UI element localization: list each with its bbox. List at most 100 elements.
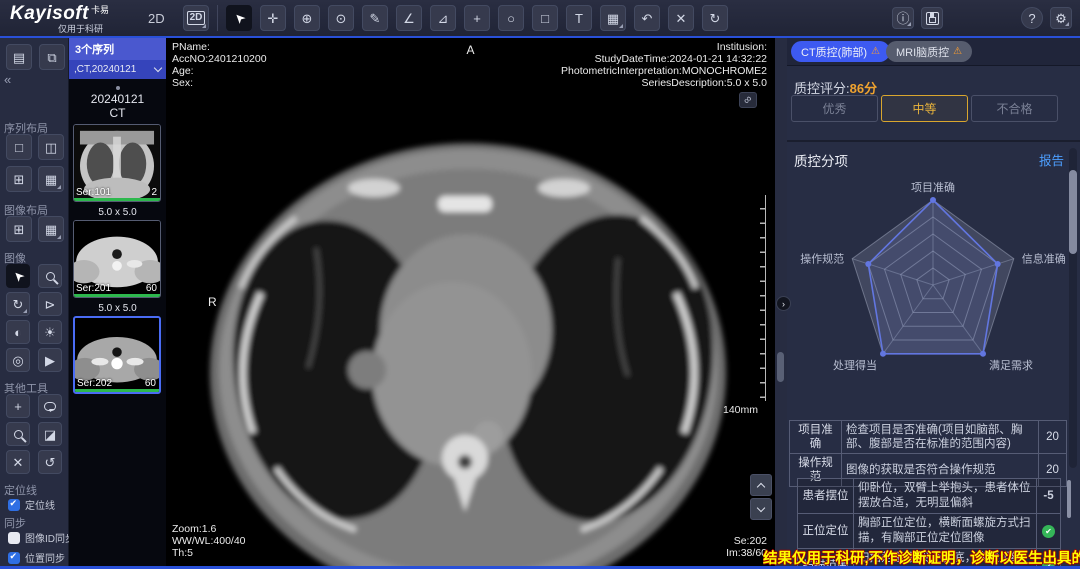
layout-1x1-icon: □ bbox=[15, 141, 23, 154]
previous-slice-button[interactable] bbox=[750, 474, 772, 496]
image-pointer-icon: ➤ bbox=[10, 268, 27, 285]
loaded-progress-bar bbox=[74, 294, 160, 297]
series-header: 3个序列 ,CT,20240121 bbox=[69, 38, 166, 79]
tab-mri-qc[interactable]: MRI脑质控 ⚠ bbox=[886, 41, 972, 62]
cine-flag-button[interactable]: ⊳ bbox=[38, 292, 62, 316]
link-series-button[interactable]: ∞ bbox=[739, 92, 757, 108]
report-link[interactable]: 报告 bbox=[1039, 150, 1064, 169]
cobb-angle-icon: ⊿ bbox=[438, 12, 449, 25]
qc-score-label: 质控评分: bbox=[794, 81, 850, 96]
report-panel-button[interactable]: ▤ bbox=[6, 44, 32, 70]
image-layout-button[interactable]: ▦ bbox=[600, 5, 626, 31]
undo-button[interactable]: ↶ bbox=[634, 5, 660, 31]
clipboard-panel-button[interactable]: ⧉ bbox=[39, 44, 65, 70]
layout-2x2-button[interactable]: ⊞ bbox=[6, 166, 32, 192]
zoom-button[interactable]: ⊕ bbox=[294, 5, 320, 31]
pointer-button[interactable]: ➤ bbox=[226, 5, 252, 31]
rect-roi-button[interactable]: □ bbox=[532, 5, 558, 31]
ct-axial-image bbox=[166, 38, 775, 569]
image-pointer-button[interactable]: ➤ bbox=[6, 264, 30, 288]
eraser-icon: ◪ bbox=[44, 428, 56, 441]
eraser-button[interactable]: ◪ bbox=[38, 422, 62, 446]
magnify-button[interactable] bbox=[38, 264, 62, 288]
img-layout-3x3-button[interactable]: ▦ bbox=[38, 216, 64, 242]
brightness-button[interactable]: ☀ bbox=[38, 320, 62, 344]
layout-2d-button[interactable]: 2D bbox=[183, 5, 209, 31]
delete-button[interactable]: ✕ bbox=[668, 5, 694, 31]
series-thumbnail-101[interactable]: Ser:101 2 bbox=[73, 124, 161, 202]
layout-2x2-icon: ⊞ bbox=[14, 173, 25, 186]
comment-button[interactable] bbox=[38, 394, 62, 418]
layout-1x1-button[interactable]: □ bbox=[6, 134, 32, 160]
sync-checkboxes: 图像ID同步位置同步手动同步缩放/平移窗宽窗位 bbox=[8, 530, 75, 569]
grade-excellent-button[interactable]: 优秀 bbox=[791, 95, 878, 122]
sync-checkbox[interactable] bbox=[8, 552, 20, 564]
play-button[interactable]: ▶ bbox=[38, 348, 62, 372]
grade-fail-button[interactable]: 不合格 bbox=[971, 95, 1058, 122]
row-description: 胸部正位定位，横断面螺旋方式扫描，有胸部正位定位图像 bbox=[854, 514, 1037, 549]
layout-1x2-button[interactable]: ◫ bbox=[38, 134, 64, 160]
settings-button[interactable]: ⚙ bbox=[1050, 7, 1072, 29]
main-image-viewport[interactable]: PName: AccNO:2401210200 Age: Sex: A Inst… bbox=[166, 38, 775, 569]
reset-image-button[interactable]: ↺ bbox=[38, 450, 62, 474]
localizer-section-label: 定位线 bbox=[4, 482, 37, 498]
expand-panel-button[interactable]: › bbox=[776, 296, 791, 311]
series-thumbnail-202[interactable]: Ser:202 60 bbox=[73, 316, 161, 394]
add-icon: + bbox=[14, 400, 22, 413]
rotate-flip-button[interactable]: ↻ bbox=[6, 292, 30, 316]
tab-ct-qc[interactable]: CT质控(肺部) ⚠ bbox=[791, 41, 890, 62]
invert-button[interactable]: ◐ bbox=[6, 320, 30, 344]
ruler-button[interactable]: ✎ bbox=[362, 5, 388, 31]
detail-table-scrollbar-thumb[interactable] bbox=[1067, 480, 1071, 518]
qc-score-value: 86分 bbox=[850, 81, 877, 96]
grade-medium-button[interactable]: 中等 bbox=[881, 95, 968, 122]
info-button[interactable]: ⓘ bbox=[892, 7, 914, 29]
ellipse-roi-button[interactable]: ○ bbox=[498, 5, 524, 31]
save-button[interactable] bbox=[921, 7, 943, 29]
left-sidebar: ▤⧉ « 序列布局 □◫⊞▦ 图像布局 ⊞▦ 图像 ➤↻⊳◐☀◎▶ 其他工具 +… bbox=[0, 38, 69, 569]
localizer-checkboxes: 定位线 bbox=[8, 497, 55, 512]
layout-3x3-button[interactable]: ▦ bbox=[38, 166, 64, 192]
sync-row[interactable]: 位置同步 bbox=[8, 550, 75, 565]
localizer-checkbox[interactable] bbox=[8, 499, 20, 511]
sidebar-panel-tools: ▤⧉ bbox=[6, 44, 65, 70]
remove-icon: ✕ bbox=[13, 456, 24, 469]
invert-icon: ◐ bbox=[14, 326, 22, 339]
add-button[interactable]: + bbox=[6, 394, 30, 418]
collapse-sidebar-button[interactable]: « bbox=[4, 72, 11, 87]
qc-tab-bar: CT质控(肺部) ⚠ MRI脑质控 ⚠ bbox=[787, 38, 1080, 66]
target-button[interactable]: ◎ bbox=[6, 348, 30, 372]
next-slice-button[interactable] bbox=[750, 498, 772, 520]
rotate-flip-icon: ↻ bbox=[13, 298, 24, 311]
remove-button[interactable]: ✕ bbox=[6, 450, 30, 474]
sync-checkbox[interactable] bbox=[8, 532, 20, 544]
scale-ruler bbox=[758, 195, 766, 401]
reset-button[interactable]: ↻ bbox=[702, 5, 728, 31]
pass-check-icon bbox=[1042, 525, 1055, 538]
probe-button[interactable]: + bbox=[464, 5, 490, 31]
sync-row[interactable]: 图像ID同步 bbox=[8, 530, 75, 545]
institution: Institusion: bbox=[561, 41, 767, 53]
study-select-dropdown[interactable]: ,CT,20240121 bbox=[69, 60, 166, 79]
series-description: SeriesDescription:5.0 x 5.0 bbox=[561, 77, 767, 89]
pan-button[interactable]: ✛ bbox=[260, 5, 286, 31]
study-select-value: ,CT,20240121 bbox=[74, 64, 136, 75]
pan-icon: ✛ bbox=[268, 12, 279, 25]
cobb-angle-button[interactable]: ⊿ bbox=[430, 5, 456, 31]
img-layout-2x2-button[interactable]: ⊞ bbox=[6, 216, 32, 242]
application-window: Kayisoft卡易 仅用于科研 2D 2D➤✛⊕⊙✎∠⊿+○□T▦↶✕↻ ⓘ?… bbox=[0, 0, 1080, 569]
angle-button[interactable]: ∠ bbox=[396, 5, 422, 31]
window-level-icon: ⊙ bbox=[336, 12, 347, 25]
text-annotation-button[interactable]: T bbox=[566, 5, 592, 31]
loupe-button[interactable] bbox=[6, 422, 30, 446]
help-button[interactable]: ? bbox=[1021, 7, 1043, 29]
window-level-button[interactable]: ⊙ bbox=[328, 5, 354, 31]
row-label: 患者摆位 bbox=[798, 479, 854, 514]
study-info-overlay: Institusion: StudyDateTime:2024-01-21 14… bbox=[561, 41, 767, 89]
qc-scrollbar-thumb[interactable] bbox=[1069, 170, 1077, 254]
series-position-overlay: Se:202 Im:38/60 bbox=[726, 535, 767, 559]
viewer-scrollbar-thumb[interactable] bbox=[777, 352, 784, 382]
series-thumbnail-201[interactable]: Ser:201 60 bbox=[73, 220, 161, 298]
localizer-row[interactable]: 定位线 bbox=[8, 497, 55, 512]
loaded-progress-bar bbox=[75, 389, 159, 392]
